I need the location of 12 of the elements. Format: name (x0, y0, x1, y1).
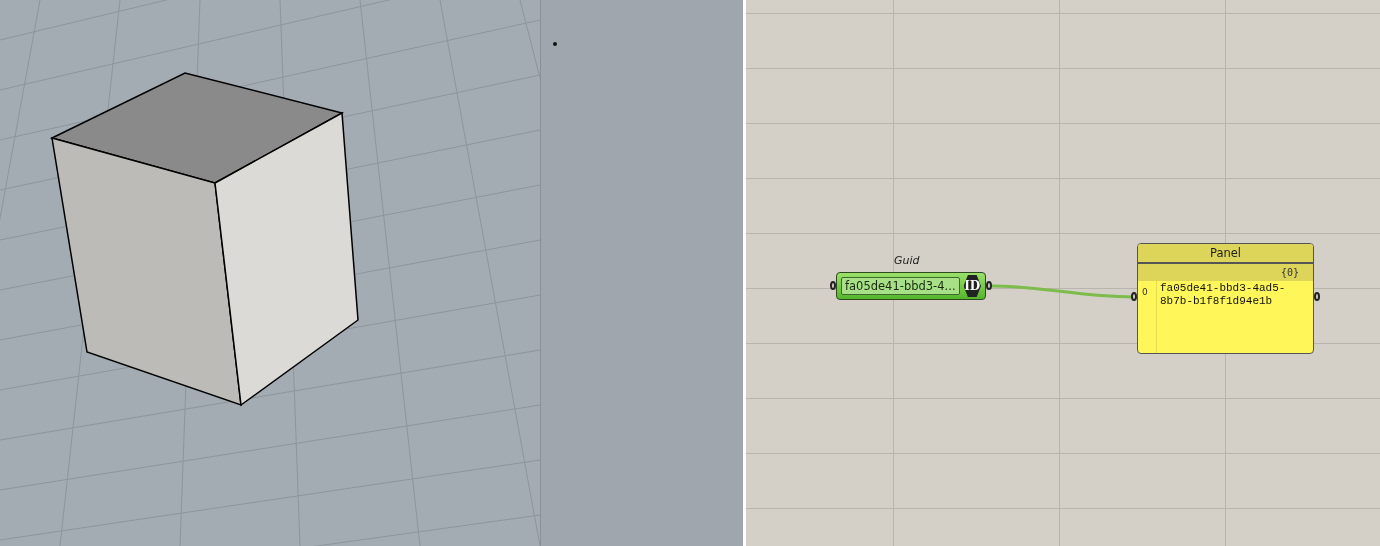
output-grip-icon[interactable] (1314, 292, 1320, 301)
id-badge: ID (963, 275, 981, 297)
item-index: 0 (1138, 281, 1157, 353)
panel-title: Panel (1138, 244, 1313, 264)
guid-node[interactable]: fa05de41-bbd3-4... ID (836, 272, 986, 300)
node-title: Guid (894, 254, 920, 267)
guid-value: fa05de41-bbd3-4... (841, 277, 960, 295)
data-path: {0} (1138, 264, 1313, 281)
panel-text: fa05de41-bbd3-4ad5-8b7b-b1f8f1d94e1b (1159, 281, 1287, 309)
panel-node[interactable]: Panel {0} 0 fa05de41-bbd3-4ad5-8b7b-b1f8f1d94e1b (1137, 243, 1314, 354)
output-grip-icon[interactable] (986, 281, 992, 290)
point-marker (553, 42, 557, 46)
